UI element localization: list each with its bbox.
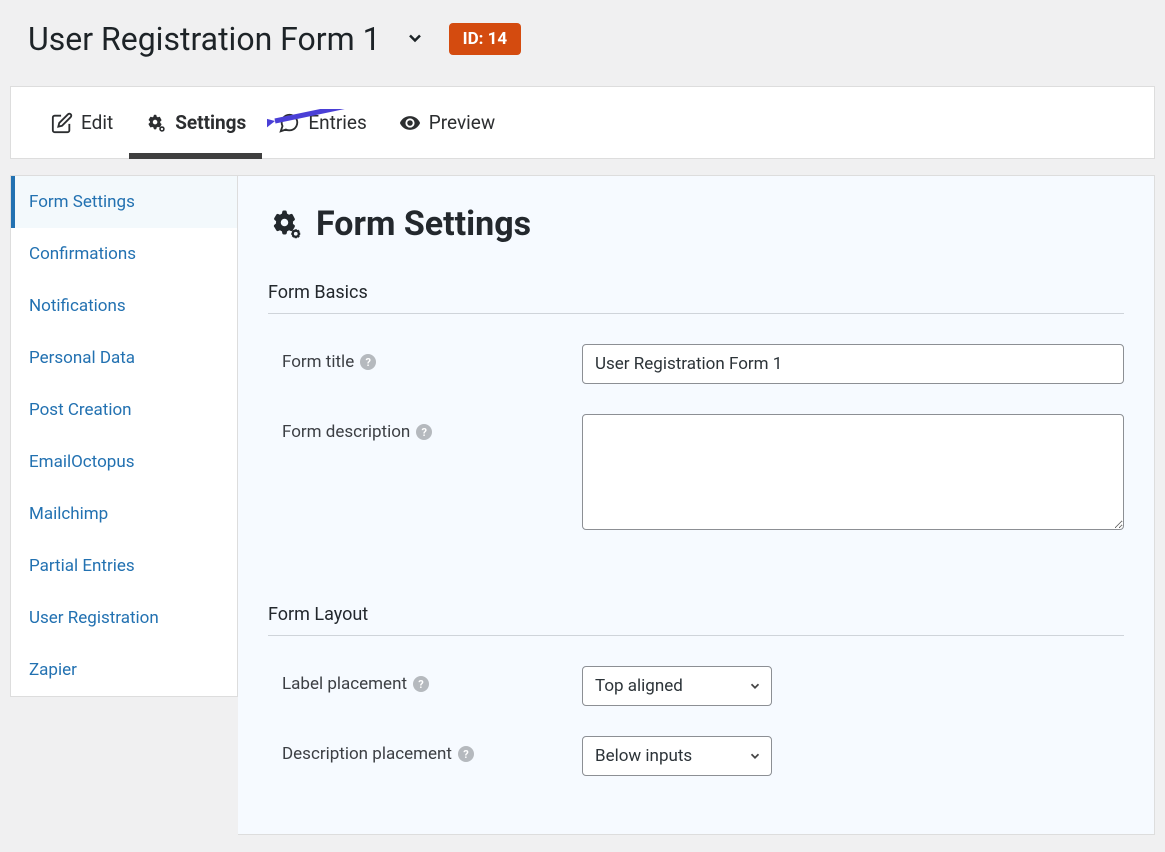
tab-settings[interactable]: Settings bbox=[129, 87, 262, 158]
tab-preview[interactable]: Preview bbox=[383, 87, 511, 158]
section-heading-basics: Form Basics bbox=[268, 282, 1124, 314]
help-icon[interactable]: ? bbox=[416, 424, 432, 440]
main-title: Form Settings bbox=[268, 204, 1124, 244]
page-title: User Registration Form 1 bbox=[28, 20, 381, 58]
sidebar-item-partial-entries[interactable]: Partial Entries bbox=[11, 540, 237, 592]
comment-icon bbox=[278, 112, 300, 134]
sidebar-item-zapier[interactable]: Zapier bbox=[11, 644, 237, 696]
tab-preview-label: Preview bbox=[429, 111, 495, 134]
settings-sidebar: Form Settings Confirmations Notification… bbox=[10, 175, 238, 697]
tab-entries-label: Entries bbox=[308, 111, 366, 134]
sidebar-item-notifications[interactable]: Notifications bbox=[11, 280, 237, 332]
form-switcher-toggle[interactable] bbox=[399, 22, 431, 57]
select-description-placement[interactable]: Below inputs bbox=[582, 736, 772, 776]
main-title-text: Form Settings bbox=[316, 204, 531, 244]
toolbar: Edit Settings Entries Preview bbox=[10, 86, 1155, 159]
input-form-title[interactable] bbox=[582, 344, 1124, 384]
sidebar-item-confirmations[interactable]: Confirmations bbox=[11, 228, 237, 280]
page-header: User Registration Form 1 ID: 14 bbox=[0, 0, 1165, 86]
tab-entries[interactable]: Entries bbox=[262, 87, 382, 158]
tab-edit[interactable]: Edit bbox=[35, 87, 129, 158]
gears-icon bbox=[268, 206, 304, 242]
tab-edit-label: Edit bbox=[81, 111, 113, 134]
sidebar-item-emailoctopus[interactable]: EmailOctopus bbox=[11, 436, 237, 488]
section-heading-layout: Form Layout bbox=[268, 604, 1124, 636]
help-icon[interactable]: ? bbox=[458, 746, 474, 762]
sidebar-item-mailchimp[interactable]: Mailchimp bbox=[11, 488, 237, 540]
help-icon[interactable]: ? bbox=[360, 354, 376, 370]
sidebar-item-user-registration[interactable]: User Registration bbox=[11, 592, 237, 644]
sidebar-item-form-settings[interactable]: Form Settings bbox=[11, 176, 237, 228]
tab-settings-label: Settings bbox=[175, 111, 246, 134]
sidebar-item-personal-data[interactable]: Personal Data bbox=[11, 332, 237, 384]
row-label-placement: Label placement ? Top aligned bbox=[268, 666, 1124, 706]
label-form-title: Form title ? bbox=[282, 344, 582, 372]
form-id-badge: ID: 14 bbox=[449, 23, 522, 55]
help-icon[interactable]: ? bbox=[413, 676, 429, 692]
label-form-description: Form description ? bbox=[282, 414, 582, 442]
row-form-title: Form title ? bbox=[268, 344, 1124, 384]
select-label-placement[interactable]: Top aligned bbox=[582, 666, 772, 706]
input-form-description[interactable] bbox=[582, 414, 1124, 530]
main-panel: Form Settings Form Basics Form title ? F… bbox=[238, 175, 1155, 835]
eye-icon bbox=[399, 112, 421, 134]
gears-icon bbox=[145, 112, 167, 134]
row-description-placement: Description placement ? Below inputs bbox=[268, 736, 1124, 776]
row-form-description: Form description ? bbox=[268, 414, 1124, 534]
edit-icon bbox=[51, 112, 73, 134]
sidebar-item-post-creation[interactable]: Post Creation bbox=[11, 384, 237, 436]
label-label-placement: Label placement ? bbox=[282, 666, 582, 694]
chevron-down-icon bbox=[405, 28, 425, 48]
label-description-placement: Description placement ? bbox=[282, 736, 582, 764]
